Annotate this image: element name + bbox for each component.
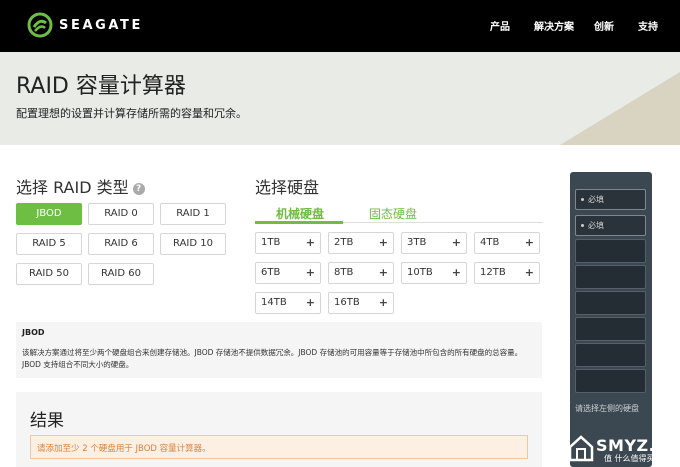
- raid-50-button[interactable]: RAID 50: [16, 263, 82, 285]
- drive-slot-3[interactable]: [575, 239, 646, 263]
- brand-name: SEAGATE: [59, 17, 143, 33]
- raid-type-heading: 选择 RAID 类型?: [16, 174, 145, 198]
- drive-4tb-button[interactable]: 4TB +: [474, 232, 540, 254]
- drive-size-label: 2TB: [334, 237, 354, 248]
- raid-5-button[interactable]: RAID 5: [16, 233, 82, 255]
- hero-decoration: [560, 72, 680, 145]
- help-icon[interactable]: ?: [132, 183, 145, 195]
- raid-60-button[interactable]: RAID 60: [88, 263, 154, 285]
- watermark-house-icon: [568, 435, 594, 462]
- result-title: 结果: [30, 411, 64, 431]
- drive-slot-2[interactable]: 必填: [575, 215, 646, 236]
- top-navigation-bar: SEAGATE 产品 解决方案 创新 支持: [0, 0, 680, 52]
- description-text: 该解决方案通过将至少两个硬盘组合来创建存储池。JBOD 存储池不提供数据冗余。J…: [22, 348, 523, 369]
- plus-icon: +: [378, 266, 388, 279]
- plus-icon: +: [305, 296, 315, 309]
- nav-innovation[interactable]: 创新: [594, 18, 614, 33]
- drive-2tb-button[interactable]: 2TB +: [328, 232, 394, 254]
- plus-icon: +: [305, 266, 315, 279]
- drive-size-label: 12TB: [480, 267, 506, 278]
- tab-hdd[interactable]: 机械硬盘: [276, 205, 324, 222]
- plus-icon: +: [524, 266, 534, 279]
- drive-3tb-button[interactable]: 3TB +: [401, 232, 467, 254]
- drive-size-label: 16TB: [334, 297, 360, 308]
- drive-14tb-button[interactable]: 14TB +: [255, 292, 321, 314]
- nav-support[interactable]: 支持: [638, 18, 658, 33]
- drive-slot-1[interactable]: 必填: [575, 189, 646, 210]
- slot-led-icon: [581, 198, 584, 201]
- drive-slot-7[interactable]: [575, 343, 646, 367]
- plus-icon: +: [378, 296, 388, 309]
- raid-10-button[interactable]: RAID 10: [160, 233, 226, 255]
- drive-slot-8[interactable]: [575, 369, 646, 393]
- tab-ssd[interactable]: 固态硬盘: [369, 205, 417, 222]
- slot-led-icon: [581, 224, 584, 227]
- drive-size-label: 3TB: [407, 237, 427, 248]
- drive-1tb-button[interactable]: 1TB +: [255, 232, 321, 254]
- drive-slot-4[interactable]: [575, 265, 646, 289]
- drive-size-label: 14TB: [261, 297, 287, 308]
- drive-16tb-button[interactable]: 16TB +: [328, 292, 394, 314]
- drive-10tb-button[interactable]: 10TB +: [401, 262, 467, 284]
- plus-icon: +: [378, 236, 388, 249]
- plus-icon: +: [451, 236, 461, 249]
- seagate-logo-icon: [27, 12, 53, 38]
- tab-active-indicator: [255, 221, 343, 224]
- result-alert-text: 请添加至少 2 个硬盘用于 JBOD 容量计算器。: [37, 444, 211, 454]
- nav-solutions[interactable]: 解决方案: [534, 18, 574, 33]
- drive-slot-6[interactable]: [575, 317, 646, 341]
- plus-icon: +: [451, 266, 461, 279]
- nas-enclosure: 必填 必填 请选择左侧的硬盘: [570, 172, 652, 467]
- result-panel: 结果 请添加至少 2 个硬盘用于 JBOD 容量计算器。: [16, 392, 542, 467]
- watermark-subtext: 值 什么值得买: [604, 454, 655, 463]
- drive-8tb-button[interactable]: 8TB +: [328, 262, 394, 284]
- raid-1-button[interactable]: RAID 1: [160, 203, 226, 225]
- slot-label: 必填: [588, 195, 604, 204]
- plus-icon: +: [524, 236, 534, 249]
- drive-size-label: 8TB: [334, 267, 354, 278]
- hero-banner: RAID 容量计算器 配置理想的设置并计算存储所需的容量和冗余。: [0, 52, 680, 145]
- drive-select-title: 选择硬盘: [255, 178, 320, 197]
- nas-footer-hint: 请选择左侧的硬盘: [575, 404, 639, 413]
- slot-label: 必填: [588, 221, 604, 230]
- nav-products[interactable]: 产品: [490, 18, 510, 33]
- drive-size-label: 4TB: [480, 237, 500, 248]
- page-title: RAID 容量计算器: [16, 74, 186, 99]
- raid-type-title: 选择 RAID 类型: [16, 178, 129, 197]
- page-subtitle: 配置理想的设置并计算存储所需的容量和冗余。: [16, 107, 247, 120]
- drive-6tb-button[interactable]: 6TB +: [255, 262, 321, 284]
- drive-size-label: 1TB: [261, 237, 281, 248]
- seagate-logo[interactable]: SEAGATE: [27, 12, 143, 38]
- plus-icon: +: [305, 236, 315, 249]
- drive-size-label: 6TB: [261, 267, 281, 278]
- raid-jbod-button[interactable]: JBOD: [16, 203, 82, 225]
- drive-12tb-button[interactable]: 12TB +: [474, 262, 540, 284]
- raid-6-button[interactable]: RAID 6: [88, 233, 154, 255]
- raid-description-panel: JBOD 该解决方案通过将至少两个硬盘组合来创建存储池。JBOD 存储池不提供数…: [16, 322, 542, 378]
- drive-slot-5[interactable]: [575, 291, 646, 315]
- description-title: JBOD: [22, 328, 45, 337]
- drive-size-label: 10TB: [407, 267, 433, 278]
- raid-0-button[interactable]: RAID 0: [88, 203, 154, 225]
- result-alert: 请添加至少 2 个硬盘用于 JBOD 容量计算器。: [30, 435, 528, 459]
